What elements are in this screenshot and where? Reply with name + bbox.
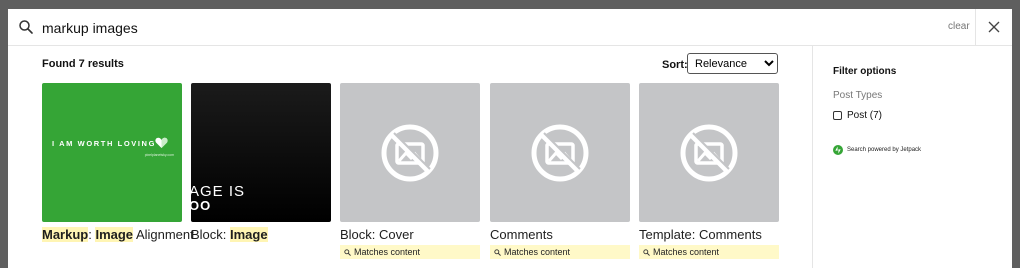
no-image-icon xyxy=(531,124,589,182)
no-image-icon xyxy=(381,124,439,182)
result-card[interactable]: I AM WORTH LOVING pixelplanetsky.com Mar… xyxy=(42,83,194,243)
search-results: Found 7 results Sort: Relevance I AM WOR… xyxy=(8,46,812,268)
sort-select[interactable]: Relevance xyxy=(687,53,778,74)
result-card[interactable]: AGE IS OO Block: Image xyxy=(191,83,331,243)
search-bar: clear xyxy=(8,9,1012,46)
result-card[interactable]: Block: Cover Matches content xyxy=(340,83,480,259)
filter-options-title: Filter options xyxy=(833,66,897,77)
search-icon xyxy=(19,20,33,34)
title-highlight: Markup xyxy=(42,227,89,242)
post-types-label: Post Types xyxy=(833,90,883,101)
post-filter-label: Post (7) xyxy=(847,110,883,121)
post-filter-checkbox[interactable]: Post (7) xyxy=(833,110,882,121)
match-label: Matches content xyxy=(354,247,421,257)
search-icon xyxy=(494,249,501,256)
jetpack-label: Search powered by Jetpack xyxy=(847,147,922,153)
result-title[interactable]: Template: Comments xyxy=(639,226,779,243)
result-title[interactable]: Block: Cover xyxy=(340,226,480,243)
result-thumbnail[interactable] xyxy=(340,83,480,222)
title-text: Comments xyxy=(490,227,553,242)
thumbnail-text: I AM WORTH LOVING xyxy=(52,139,156,148)
result-thumbnail[interactable]: AGE IS OO xyxy=(191,83,331,222)
title-text: Block: Cover xyxy=(340,227,414,242)
matches-content-badge: Matches content xyxy=(639,245,779,259)
result-title[interactable]: Markup: Image Alignment xyxy=(42,226,194,243)
close-icon[interactable] xyxy=(986,19,1002,35)
divider xyxy=(975,9,976,46)
title-text: Block: xyxy=(191,227,231,242)
clear-button[interactable]: clear xyxy=(948,21,970,32)
checkbox[interactable] xyxy=(833,111,842,120)
result-thumbnail[interactable] xyxy=(490,83,630,222)
filter-sidebar: Filter options Post Types Post (7) Searc… xyxy=(812,46,1012,268)
title-text: Template: Comments xyxy=(639,227,762,242)
search-overlay-panel: clear Found 7 results Sort: Relevance I … xyxy=(8,9,1012,268)
heart-icon xyxy=(155,137,168,148)
search-icon xyxy=(643,249,650,256)
result-card[interactable]: Template: Comments Matches content xyxy=(639,83,779,259)
result-title[interactable]: Comments xyxy=(490,226,630,243)
title-text: Alignment xyxy=(133,227,194,242)
result-title[interactable]: Block: Image xyxy=(191,226,331,243)
thumbnail-text: OO xyxy=(191,198,212,213)
matches-content-badge: Matches content xyxy=(490,245,630,259)
matches-content-badge: Matches content xyxy=(340,245,480,259)
search-input[interactable] xyxy=(42,17,922,39)
thumbnail-url: pixelplanetsky.com xyxy=(144,153,174,157)
jetpack-icon xyxy=(833,145,843,155)
title-highlight: Image xyxy=(95,227,134,242)
match-label: Matches content xyxy=(504,247,571,257)
sort-label: Sort: xyxy=(662,59,688,71)
result-thumbnail[interactable]: I AM WORTH LOVING pixelplanetsky.com xyxy=(42,83,182,222)
match-label: Matches content xyxy=(653,247,720,257)
result-card[interactable]: Comments Matches content xyxy=(490,83,630,259)
results-count: Found 7 results xyxy=(42,58,124,70)
no-image-icon xyxy=(680,124,738,182)
search-icon xyxy=(344,249,351,256)
title-highlight: Image xyxy=(230,227,268,242)
result-thumbnail[interactable] xyxy=(639,83,779,222)
jetpack-credit[interactable]: Search powered by Jetpack xyxy=(833,145,921,155)
